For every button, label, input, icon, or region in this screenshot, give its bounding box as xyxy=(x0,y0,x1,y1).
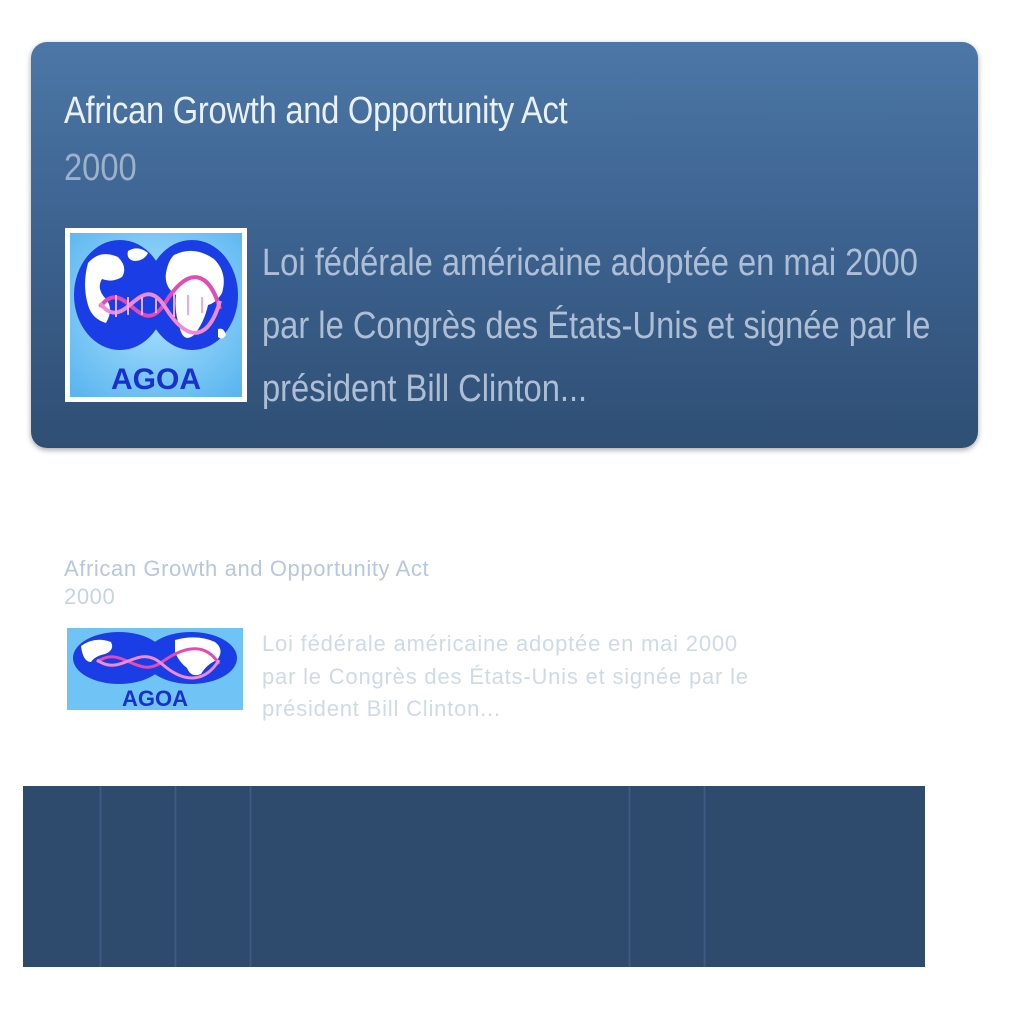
secondary-logo-graphic: AGOA xyxy=(67,628,243,711)
card-title: African Growth and Opportunity Act xyxy=(64,90,568,132)
agoa-card[interactable]: African Growth and Opportunity Act 2000 xyxy=(31,42,978,448)
panel-divider xyxy=(99,786,102,967)
card-logo-text: AGOA xyxy=(111,363,201,396)
secondary-title: African Growth and Opportunity Act xyxy=(64,556,430,581)
panel-divider xyxy=(249,786,252,967)
card-description-line: Loi fédérale américaine adoptée en mai 2… xyxy=(262,242,918,284)
agoa-logo-image: AGOA xyxy=(65,228,247,402)
panel-divider xyxy=(628,786,631,967)
agoa-logo-graphic: AGOA xyxy=(70,233,242,397)
secondary-logo-text: AGOA xyxy=(122,686,188,710)
bottom-panel xyxy=(23,786,925,967)
secondary-description: Loi fédérale américaine adoptée en mai 2… xyxy=(262,628,749,726)
secondary-description-line: par le Congrès des États-Unis et signée … xyxy=(262,663,749,689)
panel-divider xyxy=(703,786,706,967)
secondary-agoa-logo: AGOA xyxy=(67,628,243,711)
secondary-year: 2000 xyxy=(64,584,116,609)
card-description-line: par le Congrès des États-Unis et signée … xyxy=(262,305,931,347)
card-description-line: président Bill Clinton... xyxy=(262,368,588,410)
card-year: 2000 xyxy=(64,147,137,189)
card-description: Loi fédérale américaine adoptée en mai 2… xyxy=(262,232,967,421)
panel-divider xyxy=(174,786,177,967)
secondary-description-line: Loi fédérale américaine adoptée en mai 2… xyxy=(262,631,738,656)
secondary-description-line: président Bill Clinton... xyxy=(262,696,501,721)
